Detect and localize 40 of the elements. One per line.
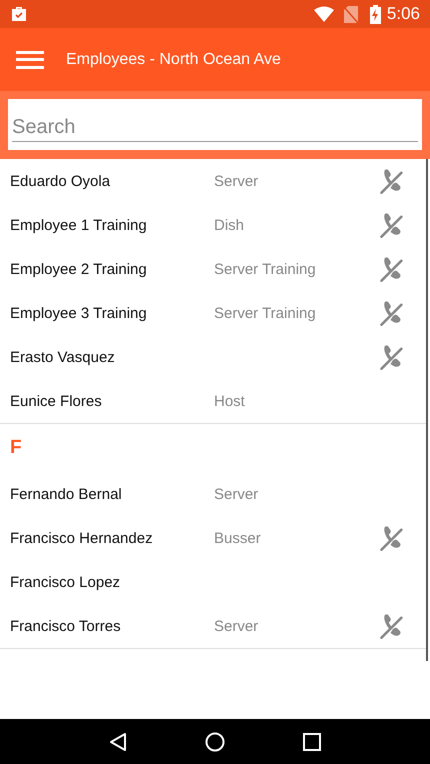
no-sim-icon <box>344 6 358 22</box>
employee-role: Busser <box>214 530 262 546</box>
employee-name: Francisco Lopez <box>9 574 122 590</box>
employee-name: Francisco Hernandez <box>9 530 154 546</box>
employee-name: Fernando Bernal <box>9 486 123 502</box>
employee-row[interactable]: Employee 1 Training Dish <box>0 203 426 247</box>
employee-row[interactable]: Eduardo Oyola Server <box>0 159 426 203</box>
employee-name: Erasto Vasquez <box>9 348 116 366</box>
back-icon[interactable] <box>109 732 127 752</box>
employee-role: Server <box>214 486 260 502</box>
employee-role: Server <box>214 172 260 190</box>
employee-role: Server <box>214 618 260 634</box>
employee-name: Employee 2 Training <box>9 260 148 278</box>
employee-role: Host <box>214 392 246 410</box>
menu-icon[interactable] <box>16 50 44 68</box>
home-icon[interactable] <box>205 732 225 752</box>
employee-role: Dish <box>214 216 246 234</box>
wifi-icon <box>314 6 334 22</box>
employee-row[interactable]: Francisco Lopez <box>0 560 426 604</box>
recents-icon[interactable] <box>303 732 321 750</box>
section-letter: F <box>10 437 22 459</box>
employee-row[interactable]: Employee 2 Training Server Training <box>0 247 426 291</box>
toolbar-title: Employees - North Ocean Ave <box>66 50 281 68</box>
employee-row[interactable]: Erasto Vasquez <box>0 335 426 379</box>
employee-role: Server Training <box>214 260 317 278</box>
employee-row[interactable]: Francisco Torres Server <box>0 604 426 648</box>
battery-charging-icon <box>370 4 381 24</box>
employee-row[interactable]: Francisco Hernandez Busser <box>0 516 426 560</box>
employee-row[interactable]: Employee 3 Training Server Training <box>0 291 426 335</box>
briefcase-icon <box>10 5 28 23</box>
employee-name: Eunice Flores <box>9 392 103 410</box>
employee-name: Eduardo Oyola <box>9 172 112 190</box>
employee-name: Francisco Torres <box>9 618 122 634</box>
employee-name: Employee 3 Training <box>9 304 148 322</box>
search-field[interactable]: Search <box>8 99 422 150</box>
employee-row[interactable]: Eunice Flores Host <box>0 379 426 423</box>
employee-row[interactable]: Fernando Bernal Server <box>0 472 426 516</box>
clock-time: 5:06 <box>386 4 420 24</box>
employee-role: Server Training <box>214 304 317 322</box>
employee-name: Employee 1 Training <box>9 216 148 234</box>
